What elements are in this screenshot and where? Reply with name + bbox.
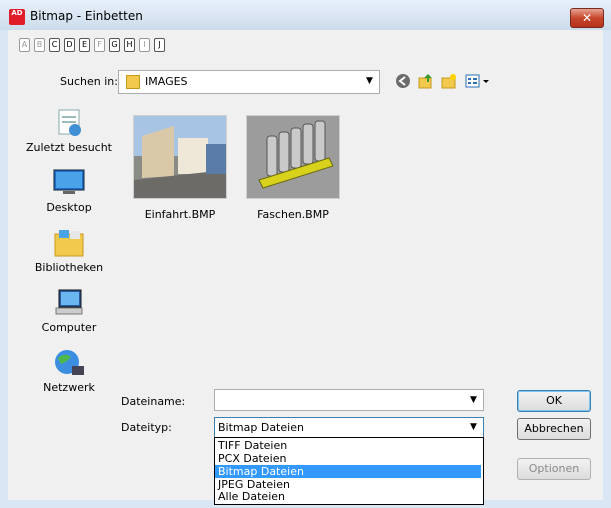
chevron-down-icon[interactable]: ▼ <box>366 76 373 86</box>
drive-i-button[interactable]: I <box>139 38 150 52</box>
drive-h-button[interactable]: H <box>124 38 135 52</box>
new-folder-icon <box>441 74 456 89</box>
file-item[interactable]: Einfahrt.BMP <box>130 115 230 221</box>
drive-j-button[interactable]: J <box>154 38 165 52</box>
view-menu-button[interactable] <box>465 73 491 89</box>
back-button[interactable] <box>395 73 411 89</box>
filename-label: Dateiname: <box>121 395 186 408</box>
drive-f-button[interactable]: F <box>94 38 105 52</box>
file-item[interactable]: Faschen.BMP <box>243 115 343 221</box>
drive-g-button[interactable]: G <box>109 38 120 52</box>
computer-icon <box>53 288 85 318</box>
drive-d-button[interactable]: D <box>64 38 75 52</box>
ok-button[interactable]: OK <box>517 390 591 412</box>
app-icon: AD <box>9 9 25 25</box>
place-libraries[interactable]: Bibliotheken <box>20 228 118 274</box>
filetype-label: Dateityp: <box>121 421 172 434</box>
drive-a-button[interactable]: A <box>19 38 30 52</box>
file-name: Faschen.BMP <box>257 208 329 221</box>
file-thumbnail <box>133 115 227 199</box>
folder-icon <box>126 75 140 89</box>
place-label: Netzwerk <box>43 381 95 394</box>
desktop-icon <box>53 168 85 198</box>
place-label: Bibliotheken <box>34 261 104 274</box>
filetype-option-selected[interactable]: Bitmap Dateien <box>215 465 481 478</box>
file-name: Einfahrt.BMP <box>144 208 216 221</box>
place-computer[interactable]: Computer <box>20 288 118 334</box>
back-arrow-icon <box>396 74 410 88</box>
filetype-option[interactable]: Alle Dateien <box>215 490 481 503</box>
cancel-button[interactable]: Abbrechen <box>517 418 591 440</box>
chevron-down-icon[interactable]: ▼ <box>470 395 477 405</box>
drive-b-button[interactable]: B <box>34 38 45 52</box>
close-button[interactable]: ✕ <box>570 8 604 28</box>
filetype-value: Bitmap Dateien <box>218 421 304 434</box>
libraries-icon <box>53 228 85 258</box>
place-recent[interactable]: Zuletzt besucht <box>20 108 118 154</box>
look-in-label: Suchen in: <box>60 75 118 88</box>
chevron-down-icon[interactable]: ▼ <box>470 422 477 432</box>
window-title: Bitmap - Einbetten <box>30 9 143 23</box>
place-desktop[interactable]: Desktop <box>20 168 118 214</box>
view-menu-icon <box>465 74 489 88</box>
place-label: Computer <box>41 321 97 334</box>
new-folder-button[interactable] <box>441 73 457 89</box>
place-label: Zuletzt besucht <box>25 141 112 154</box>
filename-input[interactable] <box>214 389 484 411</box>
network-icon <box>53 348 85 378</box>
up-folder-icon <box>418 74 432 89</box>
drive-e-button[interactable]: E <box>79 38 90 52</box>
filetype-option[interactable]: PCX Dateien <box>215 452 481 465</box>
place-network[interactable]: Netzwerk <box>20 348 118 394</box>
up-folder-button[interactable] <box>418 73 434 89</box>
drive-c-button[interactable]: C <box>49 38 60 52</box>
file-thumbnail <box>246 115 340 199</box>
filetype-option[interactable]: TIFF Dateien <box>215 439 481 452</box>
look-in-value: IMAGES <box>145 75 188 88</box>
recent-places-icon <box>53 108 85 138</box>
options-button[interactable]: Optionen <box>517 458 591 480</box>
place-label: Desktop <box>46 201 92 214</box>
